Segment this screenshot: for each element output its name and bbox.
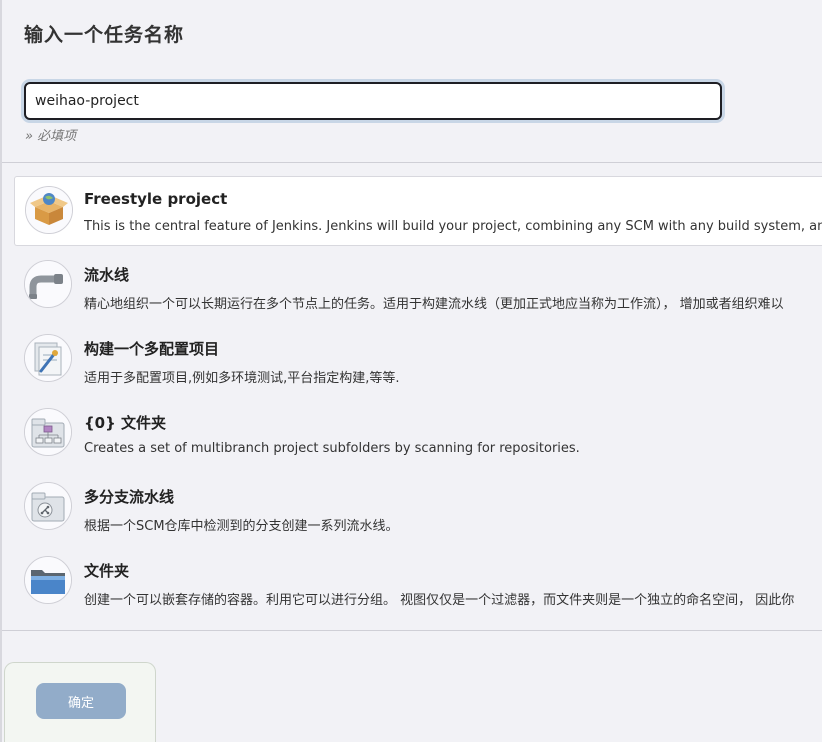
item-description: 精心地组织一个可以长期运行在多个节点上的任务。适用于构建流水线（更加正式地应当称… [84,297,784,312]
folder-icon [24,556,72,604]
item-type-list: Freestyle project This is the central fe… [2,176,822,620]
item-type-multibranch[interactable]: 多分支流水线 根据一个SCM仓库中检测到的分支创建一系列流水线。 [2,472,822,546]
freestyle-box-icon [25,186,73,234]
footer-panel: 确定 [4,662,156,742]
item-type-org-folder[interactable]: {0} 文件夹 Creates a set of multibranch pro… [2,398,822,472]
item-type-multi-config[interactable]: 构建一个多配置项目 适用于多配置项目,例如多环境测试,平台指定构建,等等. [2,324,822,398]
item-title: 构建一个多配置项目 [84,340,220,358]
item-title: 文件夹 [84,562,130,580]
multi-config-icon [24,334,72,382]
item-title: 多分支流水线 [84,488,175,506]
item-description: 创建一个可以嵌套存储的容器。利用它可以进行分组。 视图仅仅是一个过滤器，而文件夹… [84,593,795,608]
org-folder-icon [24,408,72,456]
item-description: Creates a set of multibranch project sub… [84,441,580,456]
pipeline-icon [24,260,72,308]
item-description: 适用于多配置项目,例如多环境测试,平台指定构建,等等. [84,371,400,386]
page-title: 输入一个任务名称 [24,24,185,46]
footer-divider [2,630,822,631]
item-type-pipeline[interactable]: 流水线 精心地组织一个可以长期运行在多个节点上的任务。适用于构建流水线（更加正式… [2,250,822,324]
item-type-folder[interactable]: 文件夹 创建一个可以嵌套存储的容器。利用它可以进行分组。 视图仅仅是一个过滤器，… [2,546,822,620]
item-title: Freestyle project [84,190,228,208]
name-section: 输入一个任务名称 » 必填项 [2,0,822,163]
item-description: 根据一个SCM仓库中检测到的分支创建一系列流水线。 [84,519,399,534]
new-item-page: 输入一个任务名称 » 必填项 Freestyle project This is… [0,0,822,742]
item-title: {0} 文件夹 [84,414,167,432]
required-hint: » 必填项 [25,129,77,144]
item-name-input[interactable] [24,82,722,120]
ok-button[interactable]: 确定 [36,683,126,719]
item-description: This is the central feature of Jenkins. … [84,219,822,234]
item-type-freestyle[interactable]: Freestyle project This is the central fe… [14,176,822,246]
item-title: 流水线 [84,266,130,284]
multibranch-icon [24,482,72,530]
